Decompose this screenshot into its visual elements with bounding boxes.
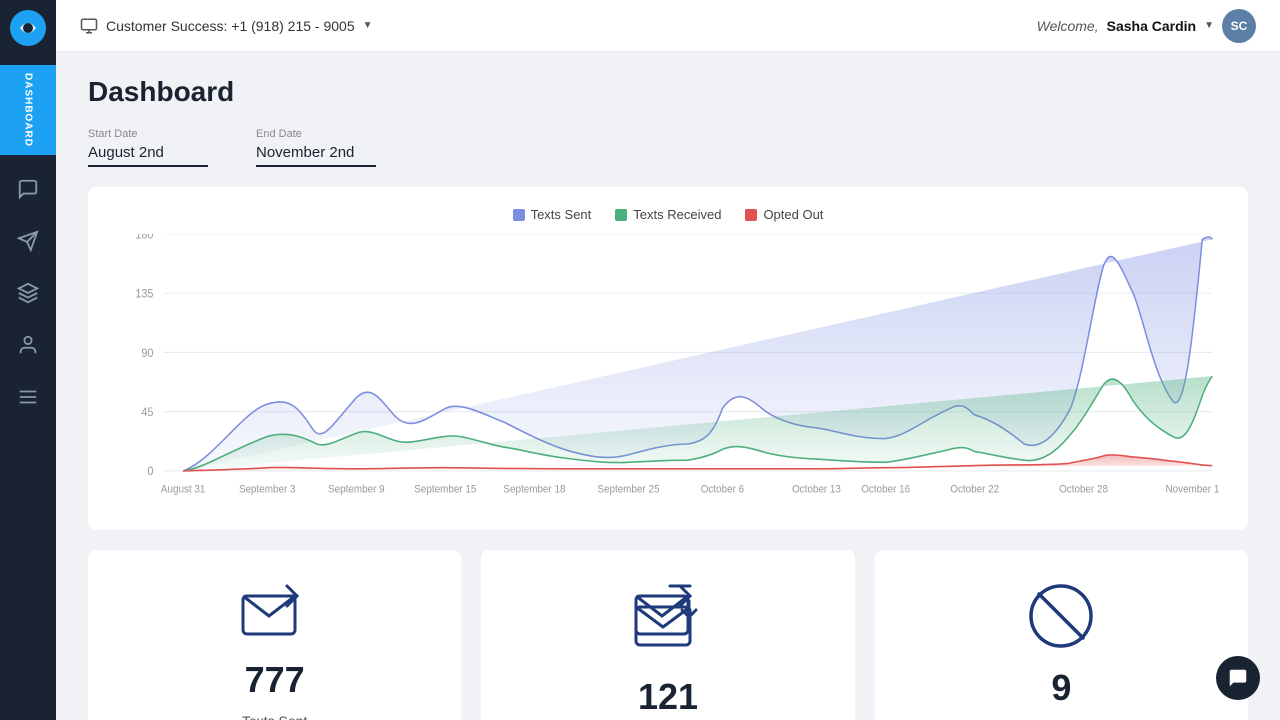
stats-row: 777 Texts Sent (88, 550, 1248, 720)
texts-sent-value: 777 (245, 659, 305, 701)
sidebar-item-conversations[interactable] (6, 167, 50, 211)
svg-text:September 25: September 25 (597, 484, 659, 495)
svg-text:October 16: October 16 (861, 484, 910, 495)
legend-dot-received (615, 209, 627, 221)
stat-card-texts-sent: 777 Texts Sent (88, 550, 461, 720)
svg-text:45: 45 (141, 407, 153, 419)
end-date-label: End Date (256, 128, 376, 140)
opted-out-icon (1027, 582, 1095, 655)
svg-text:September 3: September 3 (239, 484, 296, 495)
legend-dot-opted (745, 209, 757, 221)
svg-text:0: 0 (147, 466, 153, 478)
topbar: Customer Success: +1 (918) 215 - 9005 ▼ … (56, 0, 1280, 52)
avatar[interactable]: SC (1222, 9, 1256, 43)
svg-text:October 28: October 28 (1059, 484, 1108, 495)
svg-text:October 13: October 13 (792, 484, 841, 495)
start-date-value[interactable]: August 2nd (88, 144, 208, 167)
sidebar-item-contacts[interactable] (6, 323, 50, 367)
legend-opted-out: Opted Out (745, 207, 823, 222)
topbar-left: Customer Success: +1 (918) 215 - 9005 ▼ (80, 17, 373, 35)
start-date-field: Start Date August 2nd (88, 128, 208, 167)
phone-dropdown-icon[interactable]: ▼ (363, 20, 373, 31)
logo[interactable] (10, 10, 46, 51)
svg-text:September 18: September 18 (503, 484, 565, 495)
stat-card-texts-received: 121 Texts Received (481, 550, 854, 720)
chart-legend: Texts Sent Texts Received Opted Out (104, 207, 1232, 222)
legend-label-opted: Opted Out (763, 207, 823, 222)
svg-text:90: 90 (141, 347, 153, 359)
sidebar-item-dashboard[interactable]: Dashboard (0, 65, 56, 155)
svg-text:October 22: October 22 (950, 484, 999, 495)
end-date-field: End Date November 2nd (256, 128, 376, 167)
chat-button[interactable] (1216, 656, 1260, 700)
chart-area: 0 45 90 135 180 August 31 September 3 Se… (104, 234, 1232, 514)
username: Sasha Cardin (1107, 18, 1196, 34)
content-area: Dashboard Start Date August 2nd End Date… (56, 52, 1280, 720)
svg-text:October 6: October 6 (701, 484, 745, 495)
welcome-text: Welcome, (1037, 18, 1099, 34)
svg-text:August 31: August 31 (161, 484, 206, 495)
legend-label-received: Texts Received (633, 207, 721, 222)
monitor-icon (80, 17, 98, 35)
texts-received-value: 121 (638, 676, 698, 718)
sidebar-item-menu[interactable] (6, 375, 50, 419)
start-date-label: Start Date (88, 128, 208, 140)
texts-sent-label: Texts Sent (242, 713, 307, 720)
phone-label[interactable]: Customer Success: +1 (918) 215 - 9005 (106, 18, 355, 34)
end-date-value[interactable]: November 2nd (256, 144, 376, 167)
svg-text:September 9: September 9 (328, 484, 385, 495)
legend-dot-sent (513, 209, 525, 221)
svg-text:September 15: September 15 (414, 484, 476, 495)
legend-texts-sent: Texts Sent (513, 207, 592, 222)
sidebar-item-layers[interactable] (6, 271, 50, 315)
sidebar-item-campaigns[interactable] (6, 219, 50, 263)
page-title: Dashboard (88, 76, 1248, 108)
svg-text:November 1: November 1 (1166, 484, 1220, 495)
svg-text:180: 180 (135, 234, 153, 241)
main-content: Customer Success: +1 (918) 215 - 9005 ▼ … (56, 0, 1280, 720)
sidebar: Dashboard (0, 0, 56, 720)
date-filter-row: Start Date August 2nd End Date November … (88, 128, 1248, 167)
texts-received-icon-v2 (632, 599, 704, 664)
chart-container: Texts Sent Texts Received Opted Out (88, 187, 1248, 530)
topbar-right: Welcome, Sasha Cardin ▼ SC (1037, 9, 1256, 43)
legend-label-sent: Texts Sent (531, 207, 592, 222)
svg-text:135: 135 (135, 288, 153, 300)
texts-sent-icon (239, 582, 311, 647)
legend-texts-received: Texts Received (615, 207, 721, 222)
stat-card-opted-out: 9 Total Opt-Outs (875, 550, 1248, 720)
user-dropdown-icon[interactable]: ▼ (1204, 20, 1214, 31)
opted-out-value: 9 (1051, 667, 1071, 709)
chart-svg: 0 45 90 135 180 August 31 September 3 Se… (104, 234, 1232, 514)
